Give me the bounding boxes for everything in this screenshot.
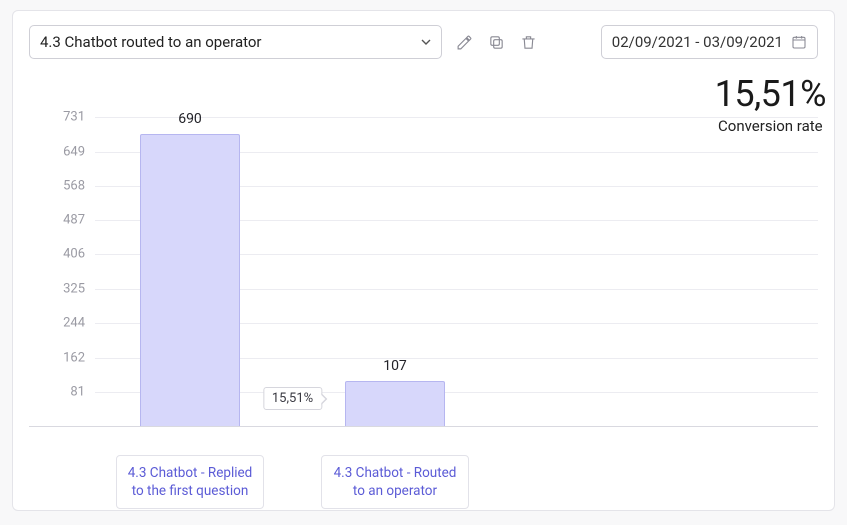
y-tick-label: 568: [37, 178, 85, 193]
date-range-value: 02/09/2021 - 03/09/2021: [612, 33, 783, 51]
bar: 690: [140, 134, 240, 426]
bar-value-label: 690: [178, 111, 202, 127]
bar-value-label: 107: [383, 358, 407, 374]
trash-icon: [520, 34, 537, 51]
copy-button[interactable]: [486, 32, 506, 52]
y-tick-label: 731: [37, 110, 85, 125]
y-tick-label: 244: [37, 315, 85, 330]
report-card: 4.3 Chatbot routed to an operator 02/09/…: [12, 10, 835, 511]
edit-button[interactable]: [454, 32, 474, 52]
calendar-icon: [791, 34, 807, 50]
grid-line: [95, 117, 818, 118]
conversion-tag: 15,51%: [263, 387, 322, 410]
copy-icon: [488, 34, 505, 51]
y-tick-label: 487: [37, 213, 85, 228]
pencil-icon: [456, 34, 473, 51]
y-tick-label: 162: [37, 350, 85, 365]
funnel-chart: 8116224432540648756864973169010715,51% 4…: [29, 73, 818, 496]
plot-area: 8116224432540648756864973169010715,51%: [95, 117, 818, 426]
x-axis-category-label: 4.3 Chatbot - Replied to the first quest…: [116, 455, 264, 509]
chevron-down-icon: [421, 39, 431, 45]
bar: 107: [345, 381, 445, 426]
report-select[interactable]: 4.3 Chatbot routed to an operator: [29, 25, 442, 59]
delete-button[interactable]: [518, 32, 538, 52]
y-tick-label: 81: [37, 384, 85, 399]
y-tick-label: 325: [37, 281, 85, 296]
date-range-picker[interactable]: 02/09/2021 - 03/09/2021: [601, 25, 818, 59]
toolbar: 4.3 Chatbot routed to an operator 02/09/…: [29, 25, 818, 59]
y-tick-label: 649: [37, 144, 85, 159]
x-axis-baseline: [29, 426, 818, 427]
x-axis-category-label: 4.3 Chatbot - Routed to an operator: [321, 455, 469, 509]
y-tick-label: 406: [37, 247, 85, 262]
report-select-value: 4.3 Chatbot routed to an operator: [40, 33, 262, 51]
